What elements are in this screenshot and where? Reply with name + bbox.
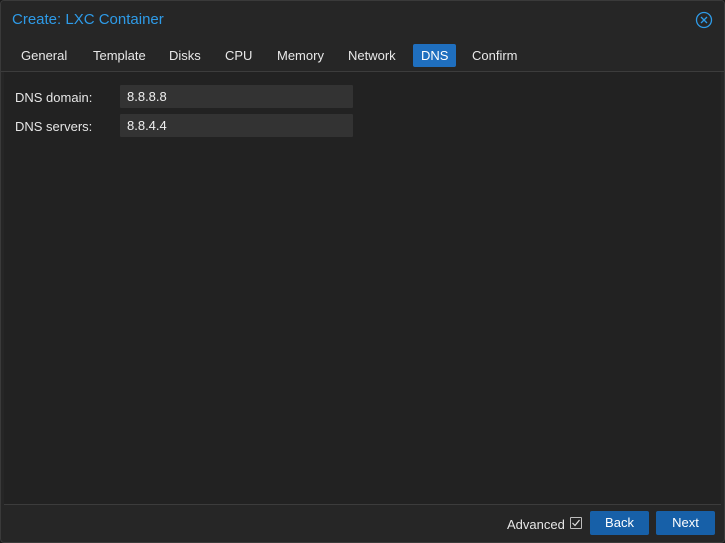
back-button[interactable]: Back [590,511,649,535]
advanced-label: Advanced [507,517,565,532]
tab-memory[interactable]: Memory [269,44,332,67]
dns-servers-input[interactable] [120,114,353,137]
dialog-title: Create: LXC Container [12,11,164,28]
dns-servers-label: DNS servers: [15,119,93,134]
tab-disks[interactable]: Disks [161,44,209,67]
dns-domain-input[interactable] [120,85,353,108]
dns-domain-label: DNS domain: [15,90,93,105]
tab-general[interactable]: General [13,44,75,67]
tab-cpu[interactable]: CPU [217,44,260,67]
tab-dns[interactable]: DNS [413,44,457,67]
tab-network[interactable]: Network [340,44,404,67]
dialog-header: Create: LXC Container [1,1,724,39]
tab-confirm[interactable]: Confirm [464,44,526,67]
next-button[interactable]: Next [656,511,715,535]
dns-form-panel: DNS domain: DNS servers: [4,72,721,504]
checkmark-icon [572,519,580,527]
wizard-tab-bar: General Template Disks CPU Memory Networ… [1,39,724,72]
create-lxc-container-dialog: Create: LXC Container General Template D… [0,0,725,543]
close-icon[interactable] [695,11,713,29]
dialog-footer: Advanced Back Next [4,504,721,542]
tab-template[interactable]: Template [85,44,154,67]
advanced-checkbox[interactable] [570,517,582,529]
